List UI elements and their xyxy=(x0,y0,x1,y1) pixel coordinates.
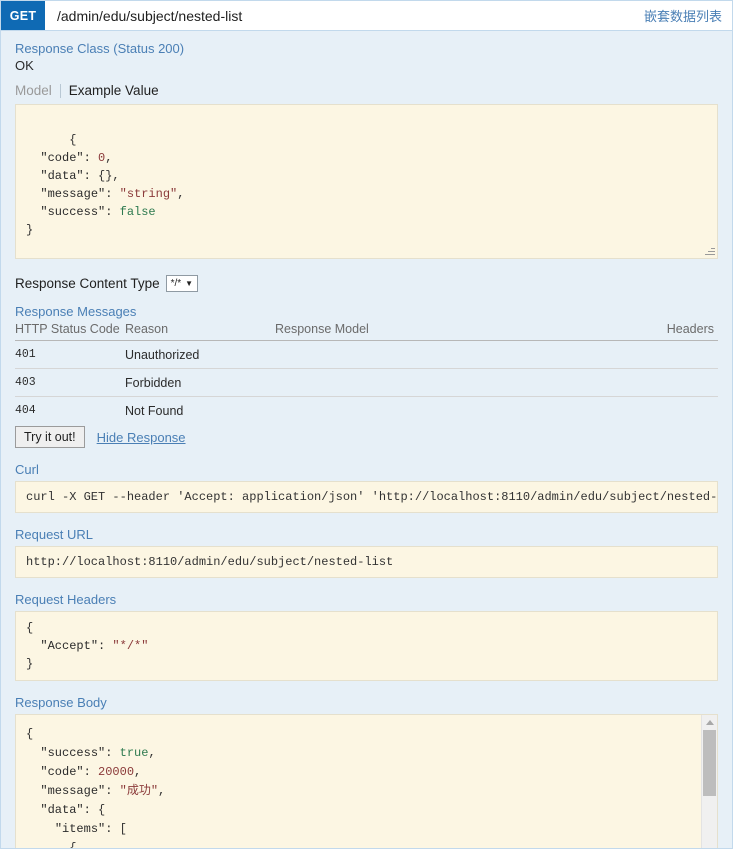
response-body-container: { "success": true, "code": 20000, "messa… xyxy=(15,714,718,848)
chevron-down-icon: ▼ xyxy=(185,278,194,288)
response-content-type-value: */* xyxy=(170,278,182,289)
response-class-description: OK xyxy=(15,58,34,73)
cell-reason: Not Found xyxy=(125,404,184,418)
response-content-type-row: Response Content Type */* ▼ xyxy=(15,275,718,292)
request-headers-label: Request Headers xyxy=(15,592,117,607)
resize-grip-icon[interactable] xyxy=(703,244,715,256)
table-header-row: HTTP Status Code Reason Response Model H… xyxy=(15,322,718,341)
cell-status-code: 401 xyxy=(15,340,125,369)
response-class-heading: Response Class (Status 200) xyxy=(15,41,185,56)
request-url-label: Request URL xyxy=(15,527,94,542)
tab-model[interactable]: Model xyxy=(15,83,60,98)
response-body-text: { "success": true, "code": 20000, "messa… xyxy=(16,715,701,848)
model-example-tabs: Model Example Value xyxy=(15,83,718,98)
scrollbar-thumb[interactable] xyxy=(703,730,716,796)
operation-summary: 嵌套数据列表 xyxy=(643,9,722,24)
tab-example-value[interactable]: Example Value xyxy=(61,83,159,98)
curl-label: Curl xyxy=(15,462,39,477)
example-value-text: { "code": 0, "data": {}, "message": "str… xyxy=(26,133,185,237)
operation-actions: Try it out! Hide Response xyxy=(15,426,718,448)
table-row: 404 Not Found xyxy=(15,397,718,425)
table-row: 401 Unauthorized xyxy=(15,340,718,369)
cell-response-model xyxy=(275,340,615,369)
example-value-block[interactable]: { "code": 0, "data": {}, "message": "str… xyxy=(15,104,718,259)
cell-status-code: 403 xyxy=(15,368,125,397)
curl-command-block: curl -X GET --header 'Accept: applicatio… xyxy=(15,481,718,513)
cell-response-model xyxy=(275,397,615,425)
column-reason: Reason xyxy=(125,322,275,341)
scroll-up-arrow-icon[interactable] xyxy=(702,715,717,729)
operation-path: /admin/edu/subject/nested-list xyxy=(57,7,243,24)
response-body-scrollbar[interactable] xyxy=(701,715,717,848)
column-status-code: HTTP Status Code xyxy=(15,322,125,341)
column-headers: Headers xyxy=(615,322,718,341)
operation-heading[interactable]: GET /admin/edu/subject/nested-list 嵌套数据列… xyxy=(1,1,732,31)
response-messages-table: HTTP Status Code Reason Response Model H… xyxy=(15,322,718,424)
cell-response-model xyxy=(275,368,615,397)
hide-response-link[interactable]: Hide Response xyxy=(97,430,186,445)
column-response-model: Response Model xyxy=(275,322,615,341)
try-it-out-button[interactable]: Try it out! xyxy=(15,426,85,448)
cell-headers xyxy=(615,340,718,369)
response-content-type-label: Response Content Type xyxy=(15,276,160,291)
cell-reason: Unauthorized xyxy=(125,340,275,369)
cell-headers xyxy=(615,368,718,397)
cell-headers xyxy=(615,397,718,425)
response-content-type-select[interactable]: */* ▼ xyxy=(165,275,199,292)
request-url-block: http://localhost:8110/admin/edu/subject/… xyxy=(15,546,718,578)
cell-status-code: 404 xyxy=(15,404,36,417)
cell-reason: Forbidden xyxy=(125,368,275,397)
request-headers-block: { "Accept": "*/*" } xyxy=(15,611,718,681)
response-messages-title: Response Messages xyxy=(15,304,137,319)
http-method-badge: GET xyxy=(1,1,45,30)
response-body-label: Response Body xyxy=(15,695,107,710)
operation-body: Response Class (Status 200) OK Model Exa… xyxy=(1,31,732,848)
swagger-operation-panel: GET /admin/edu/subject/nested-list 嵌套数据列… xyxy=(0,0,733,849)
table-row: 403 Forbidden xyxy=(15,368,718,397)
